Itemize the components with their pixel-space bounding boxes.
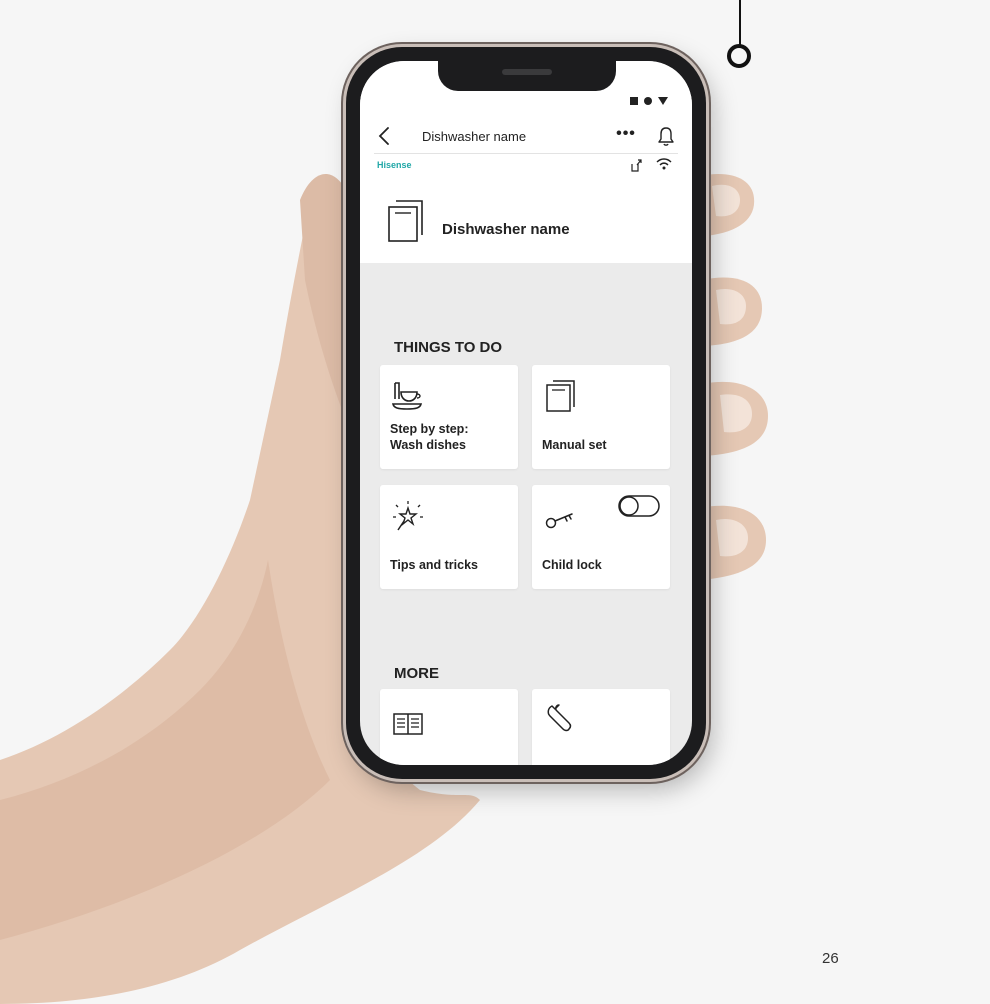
tile-label: Step by step: Wash dishes xyxy=(390,422,469,452)
things-to-do-heading: THINGS TO DO xyxy=(394,339,503,356)
share-icon[interactable] xyxy=(630,158,642,172)
device-name: Dishwasher name xyxy=(442,221,570,238)
tile-manual-set[interactable]: Manual set xyxy=(532,365,670,469)
child-lock-toggle[interactable] xyxy=(618,495,660,517)
page: Dishwasher name ••• Hisense Dishwasher n… xyxy=(0,0,990,1004)
sparkle-icon xyxy=(393,501,423,531)
page-number: 26 xyxy=(822,950,839,967)
more-options-button[interactable]: ••• xyxy=(614,123,638,149)
signal-dot-icon xyxy=(644,97,652,105)
tile-label: Child lock xyxy=(542,558,602,572)
dishwasher-icon xyxy=(388,200,423,242)
brand-label: Hisense xyxy=(377,160,412,170)
wifi-icon xyxy=(656,158,672,170)
tile-step-by-step[interactable]: Step by step: Wash dishes xyxy=(380,365,518,469)
tile-user-manual[interactable] xyxy=(380,689,518,765)
manual-set-icon xyxy=(546,380,575,412)
tile-tips-and-tricks[interactable]: Tips and tricks xyxy=(380,485,518,589)
back-arrow-icon[interactable] xyxy=(374,123,398,149)
status-bar xyxy=(630,97,668,105)
phone-frame: Dishwasher name ••• Hisense Dishwasher n… xyxy=(346,47,706,779)
phone-screen: Dishwasher name ••• Hisense Dishwasher n… xyxy=(360,61,692,765)
manual-book-icon xyxy=(393,713,423,735)
header-divider xyxy=(374,153,678,154)
wrench-icon xyxy=(547,704,572,732)
network-icon xyxy=(658,97,668,105)
battery-icon xyxy=(630,97,638,105)
tile-label: Manual set xyxy=(542,438,607,452)
tile-child-lock[interactable]: Child lock xyxy=(532,485,670,589)
tile-maintenance[interactable] xyxy=(532,689,670,765)
bell-icon[interactable] xyxy=(656,125,676,147)
speaker-grille xyxy=(502,69,552,75)
key-icon xyxy=(545,513,573,529)
more-heading: MORE xyxy=(394,665,439,682)
tile-label: Tips and tricks xyxy=(390,558,478,572)
phone-notch xyxy=(438,61,616,91)
top-bar-title: Dishwasher name xyxy=(422,129,527,144)
top-bar: Dishwasher name ••• xyxy=(360,121,692,153)
dishes-icon xyxy=(391,382,423,410)
